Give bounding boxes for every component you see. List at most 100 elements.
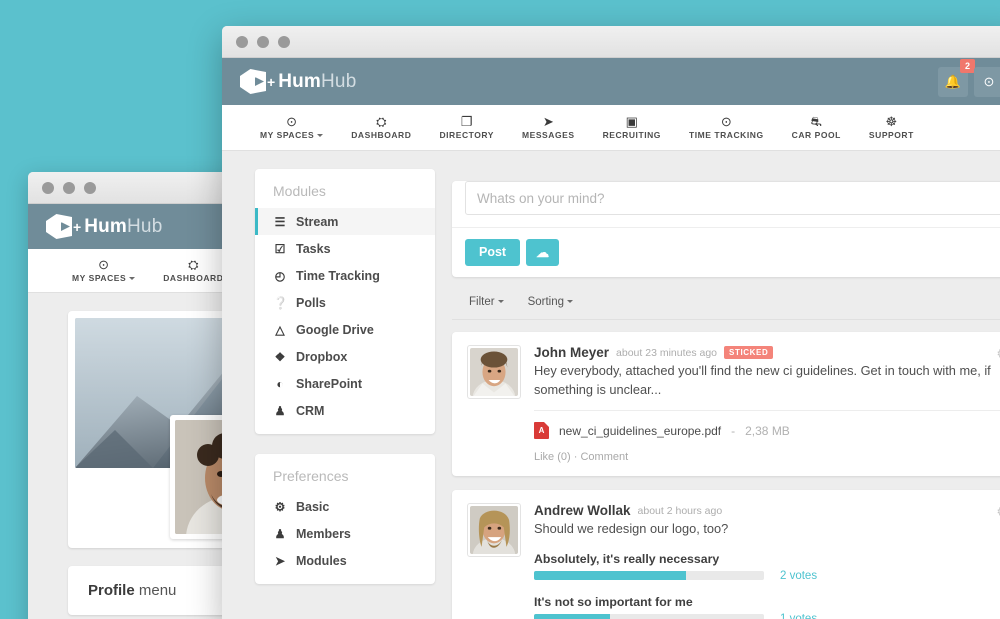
humhub-logo-back[interactable]: + HumHub — [46, 214, 162, 239]
footer-separator: · — [570, 451, 581, 464]
poll-option[interactable]: It's not so important for me 1 votes — [534, 595, 1000, 619]
post-timestamp: about 23 minutes ago — [616, 346, 718, 359]
attachment-filename[interactable]: new_ci_guidelines_europe.pdf — [559, 424, 721, 438]
preferences-list[interactable]: ⚙ Basic ♟ Members ➤ Modules — [255, 493, 435, 574]
post-timestamp: about 2 hours ago — [637, 504, 723, 517]
post-text: Hey everybody, attached you'll find the … — [534, 363, 991, 397]
window-maximize-dot[interactable] — [84, 181, 96, 194]
comment-button[interactable]: Comment — [580, 451, 628, 463]
sidebar-item-time-tracking[interactable]: ◴ Time Tracking — [255, 262, 435, 289]
notification-count-badge: 2 — [960, 58, 975, 73]
account-button[interactable]: ⊙ — [974, 66, 1000, 97]
stream-tool-sorting[interactable]: Sorting — [528, 296, 573, 308]
like-button[interactable]: Like (0) — [534, 451, 571, 463]
sidebar-item-dropbox[interactable]: ❖ Dropbox — [255, 343, 435, 370]
avatar-photo — [470, 506, 518, 555]
notifications-button[interactable]: 🔔 2 — [938, 58, 975, 97]
nav-item-label: DASHBOARD — [163, 273, 224, 283]
post-footer: Like (0) · Comment — [534, 451, 1000, 463]
target-icon: ⊙ — [286, 114, 298, 129]
sidebar-item-label: Polls — [296, 295, 326, 310]
post-attachment[interactable]: Anew_ci_guidelines_europe.pdf -2,38 MB — [534, 410, 1000, 440]
avatar[interactable] — [467, 503, 521, 558]
sidebar-item-label: Basic — [296, 499, 330, 514]
post-input[interactable]: Whats on your mind? — [465, 181, 1000, 215]
stream-post: ⚙ John Meyer about 23 minutes ago STICKED He… — [452, 332, 1000, 477]
window-minimize-dot[interactable] — [63, 181, 75, 194]
clock-icon: ⊙ — [720, 114, 732, 129]
cogs-icon[interactable]: ⚙ — [996, 346, 1000, 362]
dashboard-icon: ⛭ — [376, 114, 387, 129]
window-minimize-dot[interactable] — [257, 35, 269, 48]
post-body: John Meyer about 23 minutes ago STICKED Hey… — [534, 345, 1000, 399]
humhub-logo-front[interactable]: + HumHub — [240, 69, 356, 94]
brand-bar-front: + HumHub 🔔 2 ⊙ — [222, 58, 1000, 105]
stream-toolbar[interactable]: Filter Sorting — [452, 277, 1000, 320]
nav-item-dashboard[interactable]: ⛭ DASHBOARD — [337, 105, 425, 151]
paper-plane-icon: ➤ — [274, 553, 286, 568]
attachment-filesize: 2,38 MB — [745, 423, 790, 438]
stream-tool-filter[interactable]: Filter — [469, 296, 504, 308]
sidebar-item-label: Time Tracking — [296, 268, 380, 283]
poll-option-label: Absolutely, it's really necessary — [534, 551, 720, 566]
sidebar-item-sharepoint[interactable]: ◐ SharePoint — [255, 370, 435, 397]
sidebar-item-tasks[interactable]: ☑ Tasks — [255, 235, 435, 262]
stream-tool-label: Filter — [469, 296, 495, 308]
window-close-dot[interactable] — [42, 181, 54, 194]
cogs-icon: ⚙ — [274, 499, 286, 514]
post-button[interactable]: Post — [465, 239, 521, 266]
poll-option[interactable]: Absolutely, it's really necessary 2 votes — [534, 552, 1000, 582]
humhub-logo-mark-icon — [46, 214, 72, 239]
sidebar: Modules ☰ Stream ☑ Tasks ◴ Time Tracking ❔ Poll… — [222, 169, 435, 619]
nav-item-time-tracking[interactable]: ⊙ TIME TRACKING — [675, 105, 778, 151]
logo-text-bold: Hum — [278, 70, 322, 92]
modules-list[interactable]: ☰ Stream ☑ Tasks ◴ Time Tracking ❔ Polls △ Google… — [255, 208, 435, 424]
window-maximize-dot[interactable] — [278, 35, 290, 48]
nav-item-my-spaces[interactable]: ⊙ MY SPACES — [58, 248, 149, 294]
brand-actions[interactable]: 🔔 2 ⊙ — [938, 58, 1000, 97]
nav-item-recruiting[interactable]: ▣ RECRUITING — [589, 105, 675, 151]
book-icon: ❐ — [460, 114, 473, 129]
nav-item-car-pool[interactable]: ⛐ CAR POOL — [778, 105, 855, 151]
sidebar-item-members[interactable]: ♟ Members — [255, 520, 435, 547]
window-close-dot[interactable] — [236, 35, 248, 48]
sidebar-item-basic[interactable]: ⚙ Basic — [255, 493, 435, 520]
logo-text-light: Hub — [127, 215, 163, 237]
list-icon: ☰ — [274, 214, 286, 229]
chevron-down-icon — [129, 277, 136, 281]
avatar[interactable] — [467, 345, 521, 399]
nav-item-label: DIRECTORY — [439, 130, 494, 140]
main-navigation-front[interactable]: ⊙ MY SPACES ⛭ DASHBOARD ❐ DIRECTORY ➤ MESSAGES ▣… — [222, 105, 1000, 151]
check-square-icon: ☑ — [274, 241, 286, 256]
chevron-down-icon — [567, 300, 573, 304]
post-body: Andrew Wollak about 2 hours ago Should we … — [534, 503, 1000, 619]
sidebar-item-stream[interactable]: ☰ Stream — [255, 208, 435, 235]
preferences-card: Preferences ⚙ Basic ♟ Members ➤ Modules — [255, 454, 435, 584]
user-icon: ♟ — [274, 403, 286, 418]
nav-item-my-spaces[interactable]: ⊙ MY SPACES — [246, 105, 337, 151]
logo-plus-icon: + — [267, 73, 276, 90]
post-author[interactable]: Andrew Wollak — [534, 503, 631, 518]
google-drive-icon: △ — [275, 322, 285, 337]
nav-item-messages[interactable]: ➤ MESSAGES — [508, 105, 589, 151]
poll-bar-fill — [534, 614, 610, 619]
sidebar-item-google-drive[interactable]: △ Google Drive — [255, 316, 435, 343]
sidebar-item-modules[interactable]: ➤ Modules — [255, 547, 435, 574]
post-author[interactable]: John Meyer — [534, 345, 609, 360]
nav-item-support[interactable]: ☸ SUPPORT — [855, 105, 928, 151]
pdf-file-icon: A — [534, 422, 549, 440]
foreground-window[interactable]: + HumHub 🔔 2 ⊙ ⊙ MY SPACES ⛭ DASHBOARD ❐ DIRECT… — [222, 26, 1000, 619]
clock-icon: ⊙ — [983, 73, 995, 89]
nav-item-directory[interactable]: ❐ DIRECTORY — [425, 105, 508, 151]
nav-item-label: TIME TRACKING — [688, 130, 764, 140]
cogs-icon[interactable]: ⚙ — [996, 504, 1000, 520]
chevron-down-icon — [497, 300, 504, 304]
cloud-upload-icon[interactable]: ☁ — [526, 239, 560, 266]
poll-option-label: It's not so important for me — [534, 594, 693, 609]
window-titlebar-front[interactable] — [222, 26, 1000, 58]
sidebar-item-polls[interactable]: ❔ Polls — [255, 289, 435, 316]
sidebar-item-crm[interactable]: ♟ CRM — [255, 397, 435, 424]
paper-plane-icon: ➤ — [542, 114, 554, 129]
bell-icon: 🔔 — [944, 73, 962, 89]
preferences-card-padding — [255, 574, 435, 584]
